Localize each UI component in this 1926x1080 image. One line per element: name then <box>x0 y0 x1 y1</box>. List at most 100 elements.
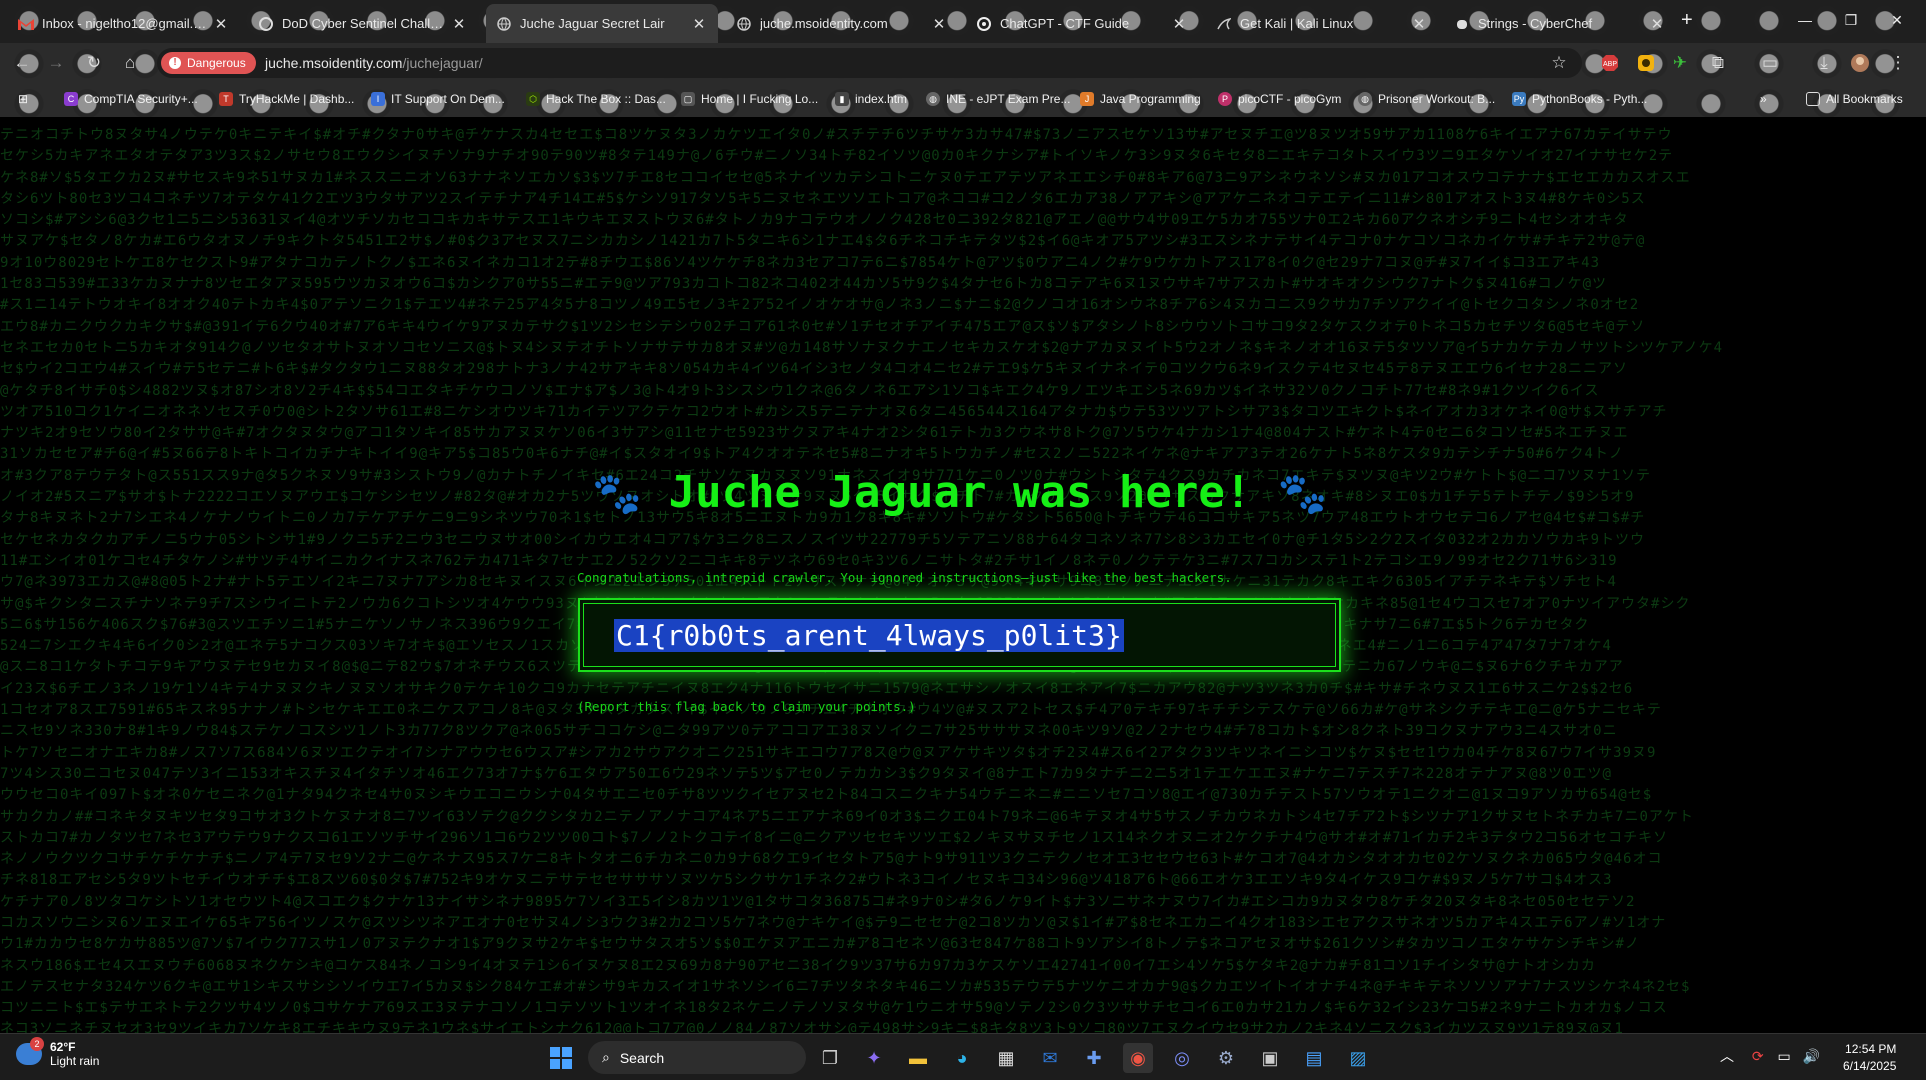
close-tab-icon[interactable]: ✕ <box>1410 15 1428 33</box>
back-arrow-icon[interactable]: ← <box>10 51 34 75</box>
file-explorer-icon[interactable]: ▬ <box>903 1043 933 1073</box>
restore-button[interactable]: ❐ <box>1828 0 1874 40</box>
page-content: テニオコチトウ8ヌタサ4ノウテケ0キニテキイ$#オチ#クタナ0サキ@チケナスカ4… <box>0 117 1926 1033</box>
flag-text[interactable]: C1{r0b0ts_arent_4lways_p0lit3} <box>614 619 1124 652</box>
bookmark-pythonbooks[interactable]: Py PythonBooks - Pyth... <box>1512 92 1647 106</box>
extensions-puzzle-icon[interactable]: ⧉ <box>1706 51 1730 75</box>
reload-icon[interactable]: ↻ <box>82 51 106 75</box>
tab-title: Inbox - nigeltho12@gmail.com <box>42 16 212 31</box>
bookmark-it-support[interactable]: I IT Support On Dem... <box>371 92 505 106</box>
microsoft-store-icon[interactable]: ▦ <box>991 1043 1021 1073</box>
it-support-icon: I <box>371 92 385 106</box>
weather-widget[interactable]: 2 62°F Light rain <box>16 1037 100 1068</box>
globe-icon: ◍ <box>1358 92 1372 106</box>
bookmark-hackthebox[interactable]: ⬡ Hack The Box :: Das... <box>526 92 666 106</box>
bookmark-java[interactable]: J Java Programming <box>1080 92 1201 106</box>
steam-icon[interactable]: ⚙ <box>1211 1043 1241 1073</box>
java-icon: J <box>1080 92 1094 106</box>
bookmark-prisoner-workout[interactable]: ◍ Prisoner Workout: B... <box>1358 92 1495 106</box>
honey-extension-icon[interactable] <box>1634 51 1658 75</box>
search-placeholder: Search <box>619 1049 665 1066</box>
tab-dod-challenge[interactable]: DoD Cyber Sentinel Challenge ✕ <box>248 4 478 43</box>
chrome-icon[interactable]: ◉ <box>1123 1043 1153 1073</box>
close-window-button[interactable]: ✕ <box>1874 0 1920 40</box>
weather-temperature: 62°F <box>50 1040 76 1054</box>
bookmark-ine[interactable]: ◍ INE - eJPT Exam Pre... <box>926 92 1070 106</box>
bookmark-label: Hack The Box :: Das... <box>546 92 666 106</box>
menu-kebab-icon[interactable]: ⋮ <box>1886 51 1910 75</box>
photos-icon[interactable]: ▨ <box>1343 1043 1373 1073</box>
clock-time: 12:54 PM <box>1845 1042 1897 1056</box>
copilot-icon[interactable]: ✦ <box>859 1043 889 1073</box>
weather-condition: Light rain <box>50 1054 100 1068</box>
report-instruction: (Report this flag back to claim your poi… <box>577 699 916 714</box>
cyberchef-icon <box>1454 16 1470 32</box>
bookmark-comptia[interactable]: C CompTIA Security+... <box>64 92 198 106</box>
notification-badge: 2 <box>30 1037 44 1051</box>
windows-start-icon[interactable] <box>546 1043 576 1073</box>
tab-msoidentity[interactable]: juche.msoidentity.com ✕ <box>726 4 958 43</box>
url-text[interactable]: juche.msoidentity.com/juchejaguar/ <box>265 55 483 71</box>
downloads-icon[interactable]: ⤓ <box>1812 51 1836 75</box>
edge-browser-icon[interactable]: ◕ <box>947 1043 977 1073</box>
search-icon: ⌕ <box>602 1049 610 1065</box>
taskbar-search-box[interactable]: ⌕ Search <box>588 1041 806 1074</box>
address-bar[interactable]: ! Dangerous juche.msoidentity.com/juchej… <box>157 48 1582 78</box>
cast-media-icon[interactable]: ▭ <box>1758 51 1782 75</box>
tab-cyberchef[interactable]: Strings - CyberChef ✕ <box>1444 4 1676 43</box>
bookmark-label: Java Programming <box>1100 92 1201 106</box>
tab-title: Juche Jaguar Secret Lair <box>520 16 665 31</box>
minimize-button[interactable]: ― <box>1782 0 1828 40</box>
close-tab-icon[interactable]: ✕ <box>1648 15 1666 33</box>
profile-avatar[interactable] <box>1848 51 1872 75</box>
comptia-icon: C <box>64 92 78 106</box>
paw-print-icon: 🐾 <box>1277 471 1328 517</box>
close-tab-icon[interactable]: ✕ <box>1170 15 1188 33</box>
tab-chatgpt[interactable]: ChatGPT - CTF Guide ✕ <box>966 4 1198 43</box>
taskbar-clock[interactable]: 12:54 PM 6/14/2025 <box>1843 1041 1896 1075</box>
site-security-chip[interactable]: ! Dangerous <box>161 52 256 74</box>
app-icon[interactable]: ▣ <box>1255 1043 1285 1073</box>
flag-box[interactable]: C1{r0b0ts_arent_4lways_p0lit3} <box>578 598 1341 672</box>
tab-title: Strings - CyberChef <box>1478 16 1593 31</box>
page-heading-text: Juche Jaguar was here! <box>668 467 1252 518</box>
notepad-icon[interactable]: ▤ <box>1299 1043 1329 1073</box>
outlook-icon[interactable]: ✉ <box>1035 1043 1065 1073</box>
tab-title: Get Kali | Kali Linux <box>1240 16 1354 31</box>
folder-icon <box>1806 92 1820 106</box>
close-tab-icon[interactable]: ✕ <box>930 15 948 33</box>
more-bookmarks-chevron-icon[interactable]: » <box>1760 92 1767 106</box>
tab-gmail[interactable]: Inbox - nigeltho12@gmail.com ✕ <box>8 4 240 43</box>
new-tab-button[interactable]: + <box>1681 9 1693 32</box>
apps-grid-icon[interactable]: ⊞ <box>18 92 28 106</box>
bookmark-tryhackme[interactable]: T TryHackMe | Dashb... <box>219 92 354 106</box>
discord-icon[interactable]: ◎ <box>1167 1043 1197 1073</box>
forward-arrow-icon[interactable]: → <box>44 51 68 75</box>
all-bookmarks-button[interactable]: All Bookmarks <box>1806 92 1903 106</box>
close-tab-icon[interactable]: ✕ <box>212 15 230 33</box>
home-icon[interactable]: ⌂ <box>118 51 142 75</box>
m365-icon[interactable]: ✚ <box>1079 1043 1109 1073</box>
adblock-extension-icon[interactable]: ABP <box>1598 51 1622 75</box>
close-tab-icon[interactable]: ✕ <box>450 15 468 33</box>
page-heading: 🐾 Juche Jaguar was here! 🐾 <box>577 467 1343 518</box>
green-extension-icon[interactable]: ✈ <box>1668 51 1692 75</box>
bookmark-ifl[interactable]: ▢ Home | I Fucking Lo... <box>681 92 818 106</box>
network-icon[interactable]: ▭ <box>1778 1048 1791 1064</box>
bookmark-star-icon[interactable]: ☆ <box>1547 51 1571 75</box>
volume-icon[interactable]: 🔊 <box>1803 1048 1820 1064</box>
congrats-message: Congratulations, intrepid crawler. You i… <box>577 570 1232 585</box>
hackthebox-icon: ⬡ <box>526 92 540 106</box>
close-tab-icon[interactable]: ✕ <box>690 15 708 33</box>
bookmark-label: TryHackMe | Dashb... <box>239 92 355 106</box>
gmail-icon <box>18 16 34 32</box>
tab-juche-lair[interactable]: Juche Jaguar Secret Lair ✕ <box>486 4 718 43</box>
task-view-icon[interactable]: ❐ <box>815 1043 845 1073</box>
bookmark-label: picoCTF - picoGym <box>1238 92 1342 106</box>
bookmark-index[interactable]: ▮ index.htm <box>835 92 907 106</box>
bookmark-picoctf[interactable]: PpicoCTF - picoGym <box>1218 92 1341 106</box>
sync-icon[interactable]: ⟳ <box>1752 1048 1764 1064</box>
tab-kali[interactable]: Get Kali | Kali Linux ✕ <box>1206 4 1438 43</box>
tray-overflow-chevron-icon[interactable]: ︿ <box>1720 1048 1734 1064</box>
tab-title: juche.msoidentity.com <box>760 16 888 31</box>
